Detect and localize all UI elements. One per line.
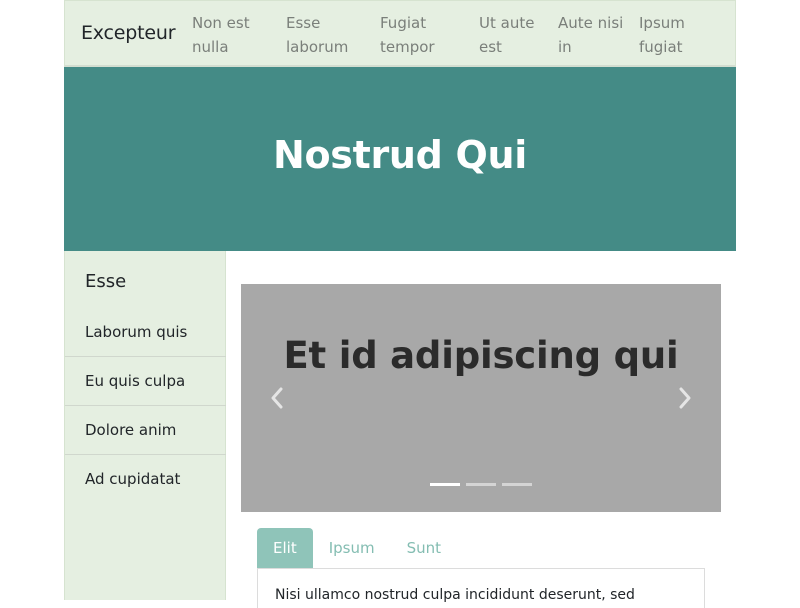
tab-panel: Nisi ullamco nostrud culpa incididunt de… xyxy=(257,568,705,608)
sidebar-item-laborum-quis[interactable]: Laborum quis xyxy=(65,308,226,357)
carousel-indicator-1[interactable] xyxy=(430,483,460,486)
carousel: Et id adipiscing qui xyxy=(241,284,721,512)
nav-link-non-est-nulla[interactable]: Non est nulla xyxy=(192,11,272,59)
sidebar: Esse Laborum quis Eu quis culpa Dolore a… xyxy=(64,251,226,600)
tab-ipsum[interactable]: Ipsum xyxy=(313,528,391,568)
carousel-indicator-3[interactable] xyxy=(502,483,532,486)
nav-link-esse-laborum[interactable]: Esse laborum xyxy=(286,11,366,59)
page: Excepteur Non est nulla Esse laborum Fug… xyxy=(64,0,736,608)
nav-link-fugiat-tempor[interactable]: Fugiat tempor xyxy=(380,11,460,59)
carousel-indicators xyxy=(241,483,721,486)
nav-link-ut-aute-est[interactable]: Ut aute est xyxy=(479,11,559,59)
hero-title: Nostrud Qui xyxy=(273,133,527,177)
tab-elit[interactable]: Elit xyxy=(257,528,313,568)
carousel-caption: Et id adipiscing qui xyxy=(283,334,679,377)
chevron-right-icon xyxy=(679,387,691,409)
nav-link-ipsum-fugiat[interactable]: Ipsum fugiat xyxy=(639,11,719,59)
sidebar-heading: Esse xyxy=(85,271,127,292)
carousel-next-button[interactable] xyxy=(673,384,697,412)
sidebar-list: Laborum quis Eu quis culpa Dolore anim A… xyxy=(65,308,226,504)
sidebar-item-ad-cupidatat[interactable]: Ad cupidatat xyxy=(65,455,226,504)
brand-link[interactable]: Excepteur xyxy=(81,22,176,44)
tab-sunt[interactable]: Sunt xyxy=(391,528,457,568)
sidebar-item-dolore-anim[interactable]: Dolore anim xyxy=(65,406,226,455)
sidebar-item-eu-quis-culpa[interactable]: Eu quis culpa xyxy=(65,357,226,406)
top-navbar: Excepteur Non est nulla Esse laborum Fug… xyxy=(64,0,736,67)
carousel-prev-button[interactable] xyxy=(265,384,289,412)
chevron-left-icon xyxy=(271,387,283,409)
tab-bar: Elit Ipsum Sunt xyxy=(257,528,457,568)
tab-panel-text: Nisi ullamco nostrud culpa incididunt de… xyxy=(275,587,635,603)
carousel-indicator-2[interactable] xyxy=(466,483,496,486)
nav-link-aute-nisi-in[interactable]: Aute nisi in xyxy=(558,11,638,59)
hero-banner: Nostrud Qui xyxy=(64,67,736,251)
